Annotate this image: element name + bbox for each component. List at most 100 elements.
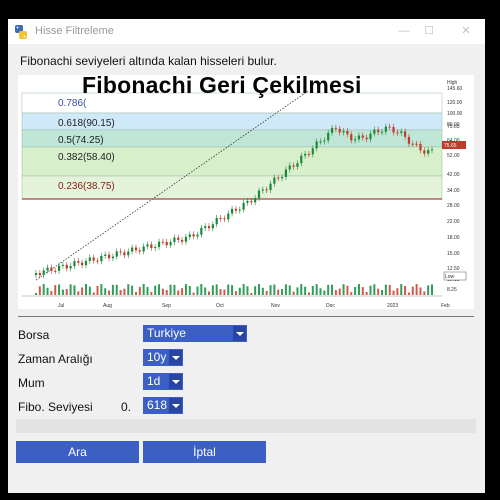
volume-bar: [177, 290, 180, 295]
volume-bar: [334, 290, 337, 295]
chevron-down-icon: [233, 326, 246, 341]
volume-bar: [281, 289, 284, 295]
x-tick-label: Sep: [162, 303, 171, 309]
fib-label: 0.618(90.15): [58, 118, 115, 129]
candle: [192, 234, 195, 237]
candle: [219, 217, 222, 219]
candle: [196, 234, 199, 237]
volume-bar: [392, 290, 395, 295]
volume-bar: [269, 285, 272, 295]
volume-bar: [307, 292, 310, 295]
candle: [215, 217, 218, 225]
candle: [430, 149, 434, 151]
candle: [246, 200, 249, 203]
volume-bar: [300, 284, 303, 295]
chart-overlay-title: Fibonachi Geri Çekilmesi: [82, 72, 362, 98]
volume-bar: [369, 285, 372, 295]
search-button[interactable]: Ara: [16, 441, 139, 463]
volume-bar: [104, 288, 107, 295]
title-bar: Hisse Filtreleme — ☐ ✕: [8, 19, 485, 44]
volume-bar: [250, 292, 253, 295]
volume-bar: [346, 285, 349, 295]
candle: [377, 129, 380, 133]
y-tick-label: 28.00: [447, 203, 460, 209]
candle: [69, 266, 72, 269]
y-tick-label: 18.00: [447, 235, 460, 241]
volume-bar: [54, 285, 57, 295]
volume-bar: [208, 291, 211, 295]
candle: [119, 251, 122, 253]
candle: [146, 244, 149, 247]
mum-label: Mum: [18, 376, 45, 390]
volume-bar: [100, 284, 103, 295]
y-tick-label: 15.00: [447, 251, 460, 257]
candle: [161, 241, 164, 243]
volume-bar: [404, 286, 407, 295]
candle: [230, 208, 234, 214]
volume-bar: [119, 290, 122, 295]
volume-bar: [211, 285, 214, 295]
minimize-button[interactable]: —: [395, 23, 413, 39]
candle: [65, 264, 68, 269]
close-button[interactable]: ✕: [457, 23, 475, 39]
y-tick-label: 22.00: [447, 219, 460, 225]
candle: [88, 257, 91, 261]
maximize-button[interactable]: ☐: [420, 23, 438, 39]
volume-bar: [257, 284, 260, 295]
volume-bar: [69, 284, 72, 295]
candle: [57, 265, 61, 271]
candle: [369, 133, 372, 140]
volume-bar: [138, 286, 141, 295]
volume-bar: [427, 285, 430, 295]
candle: [346, 130, 349, 135]
candle: [284, 169, 288, 177]
volume-bar: [146, 287, 149, 295]
candle: [34, 273, 38, 275]
last-price-label: 75.65: [444, 143, 457, 149]
volume-bar: [423, 291, 426, 295]
candle: [269, 183, 272, 190]
zaman-select[interactable]: 10y: [143, 349, 183, 366]
volume-bar: [338, 288, 341, 295]
candle: [188, 234, 191, 237]
candle: [238, 209, 241, 211]
volume-bar: [273, 284, 276, 295]
volume-bar: [384, 284, 387, 295]
volume-bar: [61, 289, 64, 295]
candle: [115, 251, 118, 257]
volume-bar: [357, 284, 360, 295]
volume-bar: [200, 284, 203, 295]
volume-bar: [431, 284, 433, 295]
candle: [111, 256, 114, 259]
volume-bar: [58, 284, 61, 295]
fibo-select[interactable]: 618: [143, 397, 183, 414]
x-tick-label: Dec: [326, 303, 335, 309]
candle: [227, 213, 230, 220]
volume-bar: [215, 284, 218, 295]
cancel-button[interactable]: İptal: [143, 441, 266, 463]
volume-bar: [154, 285, 157, 295]
volume-bar: [35, 293, 37, 295]
volume-bar: [192, 292, 195, 295]
candle: [96, 260, 99, 262]
volume-bar: [388, 284, 391, 295]
zaman-label: Zaman Aralığı: [18, 352, 93, 366]
candle: [165, 241, 168, 246]
volume-bar: [81, 287, 84, 295]
volume-bar: [331, 284, 334, 295]
mum-select[interactable]: 1d: [143, 373, 183, 390]
chevron-down-icon: [169, 398, 182, 413]
volume-bar: [377, 288, 380, 295]
borsa-select[interactable]: Turkiye: [143, 325, 247, 342]
volume-bar: [173, 284, 176, 295]
candle: [403, 131, 407, 137]
candle: [46, 267, 49, 271]
volume-bar: [92, 292, 95, 295]
volume-bar: [277, 289, 280, 295]
volume-bar: [254, 286, 257, 295]
candle: [300, 155, 303, 164]
candle: [104, 254, 107, 256]
fibo-label: Fibo. Seviyesi: [18, 400, 93, 414]
candle: [396, 132, 399, 134]
x-tick-label: Aug: [103, 303, 112, 309]
